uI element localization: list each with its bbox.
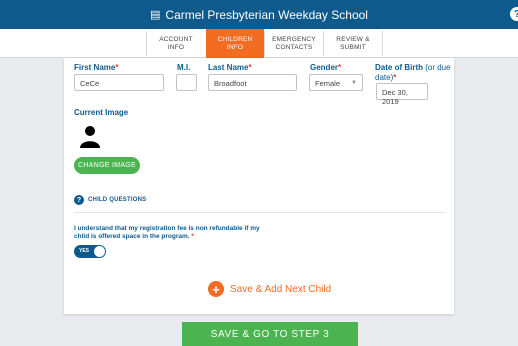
tab-emergency-contacts[interactable]: EMERGENCY CONTACTS [265,29,323,58]
save-add-next-child-button[interactable]: + Save & Add Next Child [208,281,331,297]
question-circle-icon: ? [74,195,84,205]
school-title: Carmel Presbyterian Weekday School [165,7,368,22]
current-image-label: Current Image [74,108,129,117]
tab-review-submit[interactable]: REVIEW & SUBMIT [324,29,382,58]
save-go-step3-button[interactable]: SAVE & GO TO STEP 3 [182,322,358,346]
dob-input[interactable]: Dec 30, 2019 [376,83,428,106]
school-icon: ▤ [150,9,161,21]
refund-agreement-toggle[interactable]: YES [74,245,106,258]
first-name-label: First Name* [74,63,119,72]
gender-select[interactable]: Female ▼ [309,74,363,91]
wizard-tabs: ACCOUNT INFO CHILDREN INFO EMERGENCY CONTAC… [0,29,518,58]
first-name-input[interactable]: CeCe [74,74,164,91]
avatar-icon [80,126,100,148]
chevron-down-icon: ▼ [351,80,357,86]
middle-initial-input[interactable] [176,74,197,91]
middle-initial-label: M.I. [177,63,191,72]
tab-children-info[interactable]: CHILDREN INFO [206,29,264,58]
app-header: ▤ Carmel Presbyterian Weekday School ? [0,0,518,29]
dob-label: Date of Birth (or due date)* [375,63,451,82]
toggle-knob [94,246,105,257]
gender-label: Gender* [310,63,342,72]
tab-divider [382,31,383,56]
change-image-button[interactable]: CHANGE IMAGE [74,157,140,174]
plus-icon: + [208,281,224,297]
question-text: I understand that my registration fee is… [74,225,260,240]
child-info-card: First Name* CeCe M.I. Last Name* Broadfo… [64,58,454,314]
last-name-label: Last Name* [208,63,252,72]
last-name-input[interactable]: Broadfoot [208,74,297,91]
divider [74,212,444,213]
tab-account-info[interactable]: ACCOUNT INFO [147,29,205,58]
child-questions-header: ? CHILD QUESTIONS [74,195,146,205]
help-icon[interactable]: ? [510,7,518,21]
